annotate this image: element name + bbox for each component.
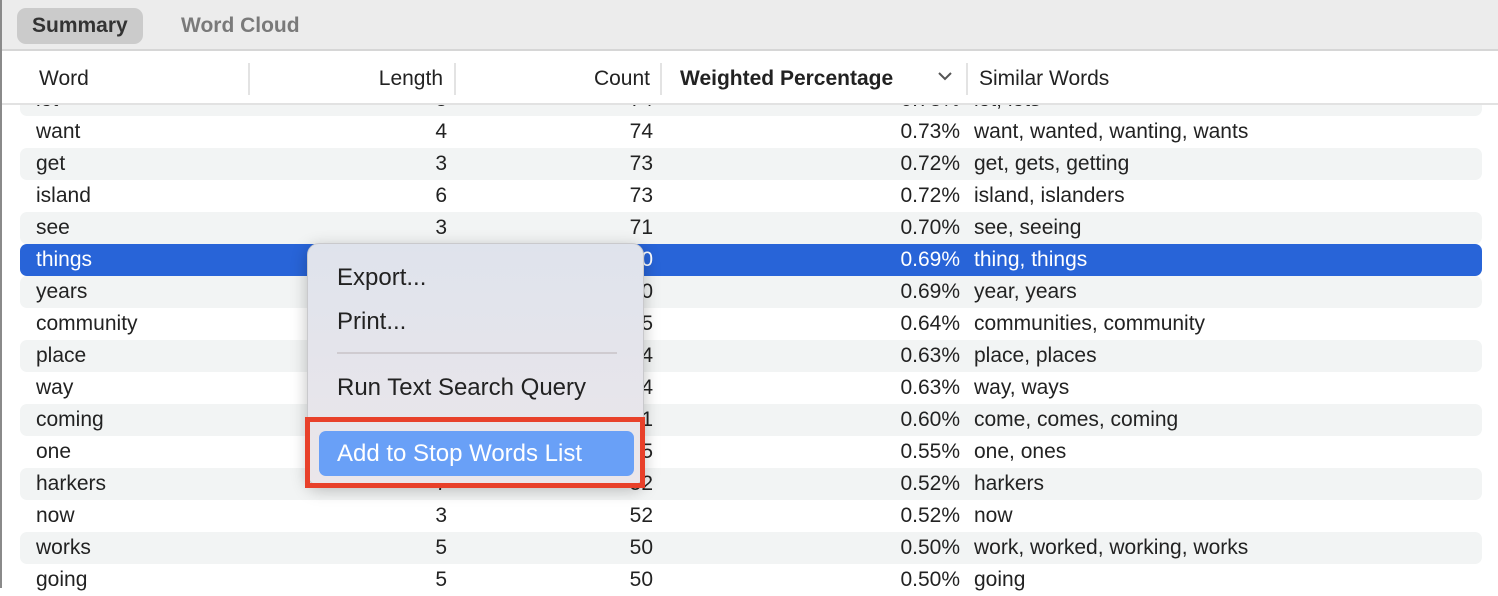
weighted-percentage-cell: 0.52% bbox=[900, 472, 960, 495]
weighted-percentage-cell: 0.69% bbox=[900, 248, 960, 271]
tab-summary[interactable]: Summary bbox=[17, 8, 143, 44]
similar-words-cell: want, wanted, wanting, wants bbox=[974, 120, 1249, 143]
word-cell: want bbox=[36, 120, 81, 143]
weighted-percentage-cell: 0.52% bbox=[900, 504, 960, 527]
word-cell: one bbox=[36, 440, 72, 463]
length-cell: 6 bbox=[435, 184, 447, 207]
column-header-weighted-percentage[interactable]: Weighted Percentage bbox=[680, 53, 893, 105]
count-cell: 74 bbox=[629, 120, 653, 143]
table-row[interactable]: now 3 52 0.52% now bbox=[20, 500, 1482, 532]
similar-words-cell: place, places bbox=[974, 344, 1097, 367]
length-cell: 4 bbox=[435, 120, 447, 143]
length-cell: 3 bbox=[435, 152, 447, 175]
weighted-percentage-cell: 0.63% bbox=[900, 376, 960, 399]
menu-item-run-text-search-query[interactable]: Run Text Search Query bbox=[337, 374, 586, 402]
menu-separator bbox=[337, 352, 617, 354]
table-row[interactable]: things700.69%thing, things bbox=[20, 244, 1482, 276]
count-cell: 50 bbox=[629, 536, 653, 559]
table-row[interactable]: years700.69%year, years bbox=[20, 276, 1482, 308]
column-divider[interactable] bbox=[454, 63, 456, 95]
word-cell: way bbox=[36, 376, 74, 399]
count-cell: 50 bbox=[629, 568, 653, 591]
table-row[interactable]: island 6 73 0.72% island, islanders bbox=[20, 180, 1482, 212]
word-cell: get bbox=[36, 152, 66, 175]
length-cell: 5 bbox=[435, 536, 447, 559]
weighted-percentage-cell: 0.73% bbox=[900, 120, 960, 143]
word-cell: going bbox=[36, 568, 88, 591]
similar-words-cell: come, comes, coming bbox=[974, 408, 1179, 431]
similar-words-cell: now bbox=[974, 504, 1013, 527]
column-header-similar-words[interactable]: Similar Words bbox=[979, 53, 1109, 105]
tab-word-cloud[interactable]: Word Cloud bbox=[166, 8, 315, 44]
similar-words-cell: get, gets, getting bbox=[974, 152, 1130, 175]
table-row[interactable]: going 5 50 0.50% going bbox=[20, 564, 1482, 596]
column-divider[interactable] bbox=[660, 63, 662, 95]
word-cell: place bbox=[36, 344, 87, 367]
weighted-percentage-cell: 0.50% bbox=[900, 536, 960, 559]
column-header-count[interactable]: Count bbox=[594, 53, 650, 105]
table-row[interactable]: coming610.60%come, comes, coming bbox=[20, 404, 1482, 436]
table-header: Word Length Count Weighted Percentage Si… bbox=[2, 53, 1498, 105]
weighted-percentage-cell: 0.63% bbox=[900, 344, 960, 367]
word-cell: see bbox=[36, 216, 70, 239]
word-cell: years bbox=[36, 280, 88, 303]
column-header-length[interactable]: Length bbox=[379, 53, 443, 105]
column-header-word[interactable]: Word bbox=[39, 53, 89, 105]
word-cell: harkers bbox=[36, 472, 107, 495]
weighted-percentage-cell: 0.55% bbox=[900, 440, 960, 463]
similar-words-cell: island, islanders bbox=[974, 184, 1125, 207]
menu-item-export[interactable]: Export... bbox=[337, 264, 426, 292]
similar-words-cell: communities, community bbox=[974, 312, 1206, 335]
word-cell: community bbox=[36, 312, 138, 335]
word-cell: island bbox=[36, 184, 91, 207]
weighted-percentage-cell: 0.64% bbox=[900, 312, 960, 335]
annotation-highlight-box bbox=[305, 417, 645, 488]
word-cell: coming bbox=[36, 408, 104, 431]
chevron-down-icon[interactable] bbox=[936, 67, 954, 85]
similar-words-cell: one, ones bbox=[974, 440, 1067, 463]
weighted-percentage-cell: 0.72% bbox=[900, 152, 960, 175]
similar-words-cell: harkers bbox=[974, 472, 1045, 495]
table-row[interactable]: harkers7520.52%harkers bbox=[20, 468, 1482, 500]
table-row[interactable]: community650.64%communities, community bbox=[20, 308, 1482, 340]
weighted-percentage-cell: 0.70% bbox=[900, 216, 960, 239]
similar-words-cell: see, seeing bbox=[974, 216, 1082, 239]
weighted-percentage-cell: 0.72% bbox=[900, 184, 960, 207]
length-cell: 3 bbox=[435, 216, 447, 239]
weighted-percentage-cell: 0.50% bbox=[900, 568, 960, 591]
table-row[interactable]: way640.63%way, ways bbox=[20, 372, 1482, 404]
column-divider[interactable] bbox=[966, 63, 968, 95]
weighted-percentage-cell: 0.60% bbox=[900, 408, 960, 431]
weighted-percentage-cell: 0.69% bbox=[900, 280, 960, 303]
table-row[interactable]: see 3 71 0.70% see, seeing bbox=[20, 212, 1482, 244]
count-cell: 73 bbox=[629, 152, 653, 175]
length-cell: 3 bbox=[435, 504, 447, 527]
length-cell: 5 bbox=[435, 568, 447, 591]
similar-words-cell: thing, things bbox=[974, 248, 1088, 271]
count-cell: 73 bbox=[629, 184, 653, 207]
column-divider[interactable] bbox=[248, 63, 250, 95]
word-cell: works bbox=[36, 536, 91, 559]
similar-words-cell: going bbox=[974, 568, 1026, 591]
tab-bar: Summary Word Cloud bbox=[2, 0, 1498, 51]
menu-item-print[interactable]: Print... bbox=[337, 308, 406, 336]
table-row[interactable]: one550.55%one, ones bbox=[20, 436, 1482, 468]
table-row[interactable]: get 3 73 0.72% get, gets, getting bbox=[20, 148, 1482, 180]
similar-words-cell: way, ways bbox=[974, 376, 1070, 399]
word-cell: now bbox=[36, 504, 75, 527]
similar-words-cell: year, years bbox=[974, 280, 1077, 303]
word-cell: things bbox=[36, 248, 93, 271]
similar-words-cell: work, worked, working, works bbox=[974, 536, 1249, 559]
count-cell: 52 bbox=[629, 504, 653, 527]
table-row[interactable]: place640.63%place, places bbox=[20, 340, 1482, 372]
table-row[interactable]: want 4 74 0.73% want, wanted, wanting, wants bbox=[20, 116, 1482, 148]
count-cell: 71 bbox=[629, 216, 653, 239]
table-row[interactable]: works 5 50 0.50% work, worked, working, work… bbox=[20, 532, 1482, 564]
